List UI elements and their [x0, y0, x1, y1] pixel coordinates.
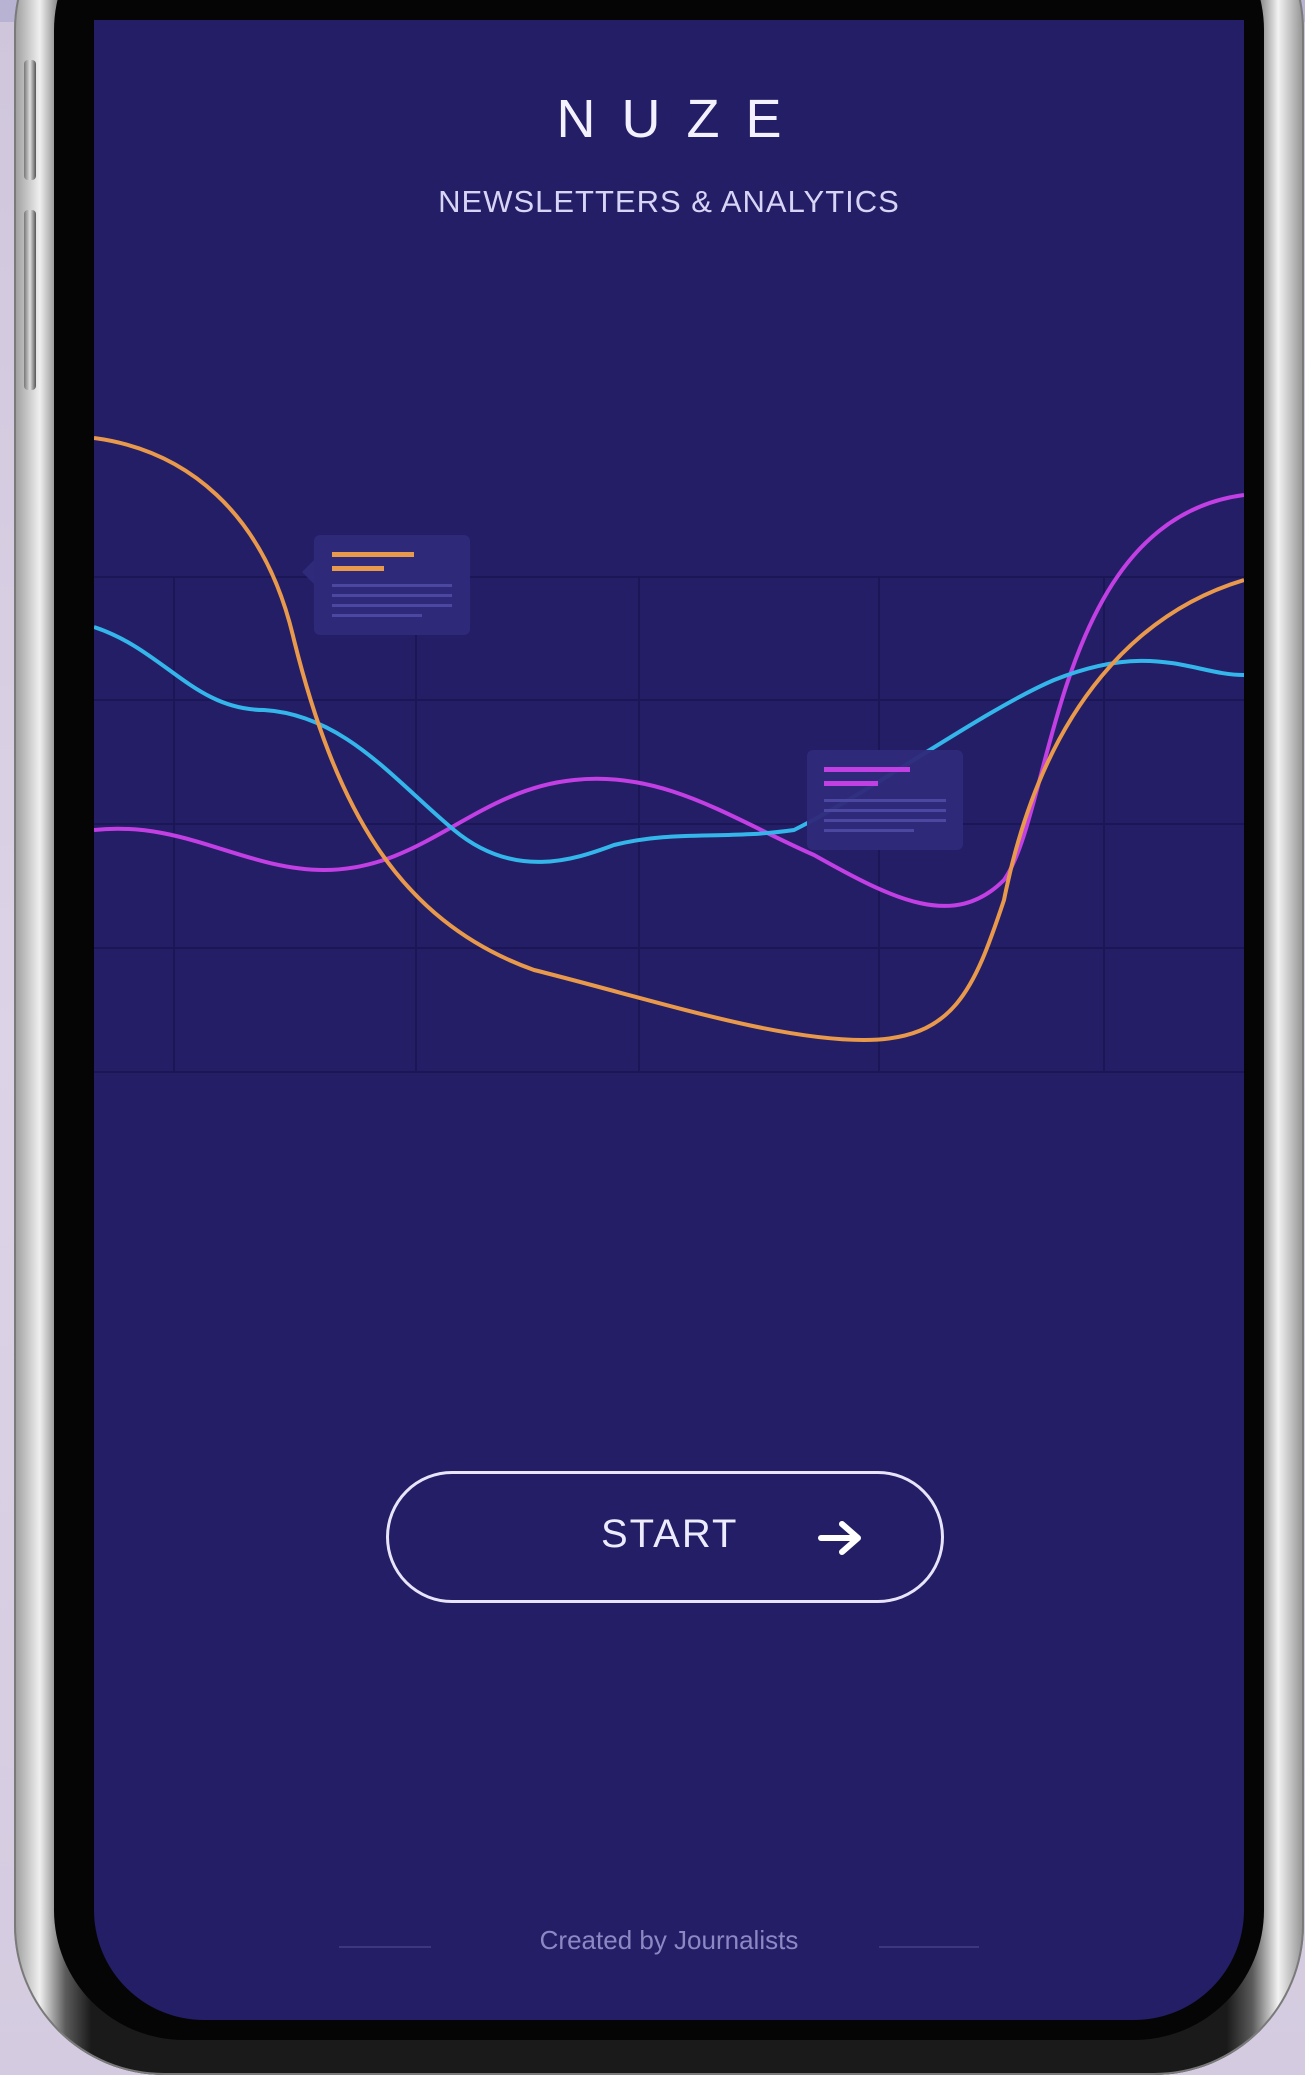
phone-side-button	[24, 60, 36, 180]
brand-title: NUZE	[556, 89, 808, 149]
footer-divider-right	[879, 1946, 979, 1948]
start-button-label: START	[601, 1512, 739, 1556]
series-line-blue	[94, 625, 1244, 864]
series-line-orange	[94, 436, 1244, 1043]
arrow-right-icon	[818, 1521, 861, 1555]
tooltip-card-orange	[302, 535, 470, 635]
app-screen: NUZE NEWSLETTERS & ANALYTICS START Creat…	[94, 20, 1244, 2020]
phone-volume-button	[24, 210, 36, 390]
start-button[interactable]: START	[386, 1471, 944, 1603]
brand-subtitle: NEWSLETTERS & ANALYTICS	[438, 184, 900, 219]
analytics-illustration	[94, 436, 1244, 1073]
footer: Created by Journalists	[94, 1920, 1244, 1960]
chart-grid	[94, 576, 1244, 1073]
tooltip-card-purple	[807, 750, 963, 850]
mockup-stage: NUZE NEWSLETTERS & ANALYTICS START Creat…	[0, 0, 1305, 2075]
footer-credit: Created by Journalists	[539, 1925, 799, 1955]
